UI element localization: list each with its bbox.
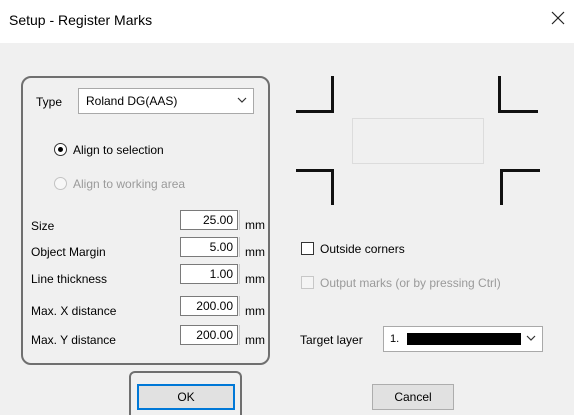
object-preview-rectangle [352, 118, 484, 164]
target-layer-dropdown[interactable]: 1. [383, 326, 543, 352]
max-x-distance-unit: mm [245, 304, 265, 318]
radio-button-disabled [54, 177, 67, 190]
title-bar: Setup - Register Marks [0, 0, 574, 43]
object-margin-input[interactable]: 5.00 [180, 237, 238, 257]
register-mark-bottom-right [500, 169, 503, 205]
register-mark-top-right [498, 76, 501, 113]
size-input[interactable]: 25.00 [180, 210, 238, 230]
register-mark-top-left [296, 110, 334, 113]
radio-button-checked[interactable] [54, 143, 67, 156]
type-dropdown-value: Roland DG(AAS) [86, 94, 178, 108]
unit-separator [239, 210, 240, 230]
max-x-distance-input[interactable]: 200.00 [180, 296, 238, 316]
type-dropdown[interactable]: Roland DG(AAS) [78, 88, 254, 114]
target-layer-label: Target layer [300, 333, 363, 347]
line-thickness-label: Line thickness [31, 272, 108, 286]
type-label: Type [36, 95, 63, 109]
cancel-button[interactable]: Cancel [372, 384, 454, 410]
window-title: Setup - Register Marks [9, 12, 153, 28]
register-mark-bottom-right [500, 169, 540, 172]
output-marks-label: Output marks (or by pressing Ctrl) [320, 276, 501, 290]
register-mark-bottom-left [331, 169, 334, 205]
object-margin-unit: mm [245, 245, 265, 259]
max-x-distance-label: Max. X distance [31, 304, 117, 318]
target-layer-value: 1. [390, 333, 400, 345]
size-unit: mm [245, 218, 265, 232]
output-marks-checkbox [301, 276, 314, 289]
chevron-down-icon [526, 335, 536, 341]
unit-separator [239, 264, 240, 284]
object-margin-label: Object Margin [31, 245, 106, 259]
max-y-distance-input[interactable]: 200.00 [180, 325, 238, 345]
close-icon[interactable] [550, 10, 566, 26]
size-label: Size [31, 219, 55, 233]
unit-separator [239, 237, 240, 257]
unit-separator [239, 296, 240, 316]
register-mark-top-left [331, 76, 334, 113]
radio-align-working-area-label: Align to working area [73, 177, 186, 191]
register-mark-top-right [498, 110, 538, 113]
outside-corners-label: Outside corners [320, 242, 405, 256]
radio-align-selection-label: Align to selection [73, 143, 164, 157]
max-y-distance-unit: mm [245, 333, 265, 347]
outside-corners-checkbox[interactable] [301, 242, 314, 255]
line-thickness-input[interactable]: 1.00 [180, 264, 238, 284]
chevron-down-icon [237, 97, 247, 103]
unit-separator [239, 325, 240, 345]
register-mark-bottom-left [296, 169, 334, 172]
line-thickness-unit: mm [245, 272, 265, 286]
max-y-distance-label: Max. Y distance [31, 333, 116, 347]
ok-button[interactable]: OK [137, 384, 235, 410]
layer-color-swatch [407, 333, 521, 345]
